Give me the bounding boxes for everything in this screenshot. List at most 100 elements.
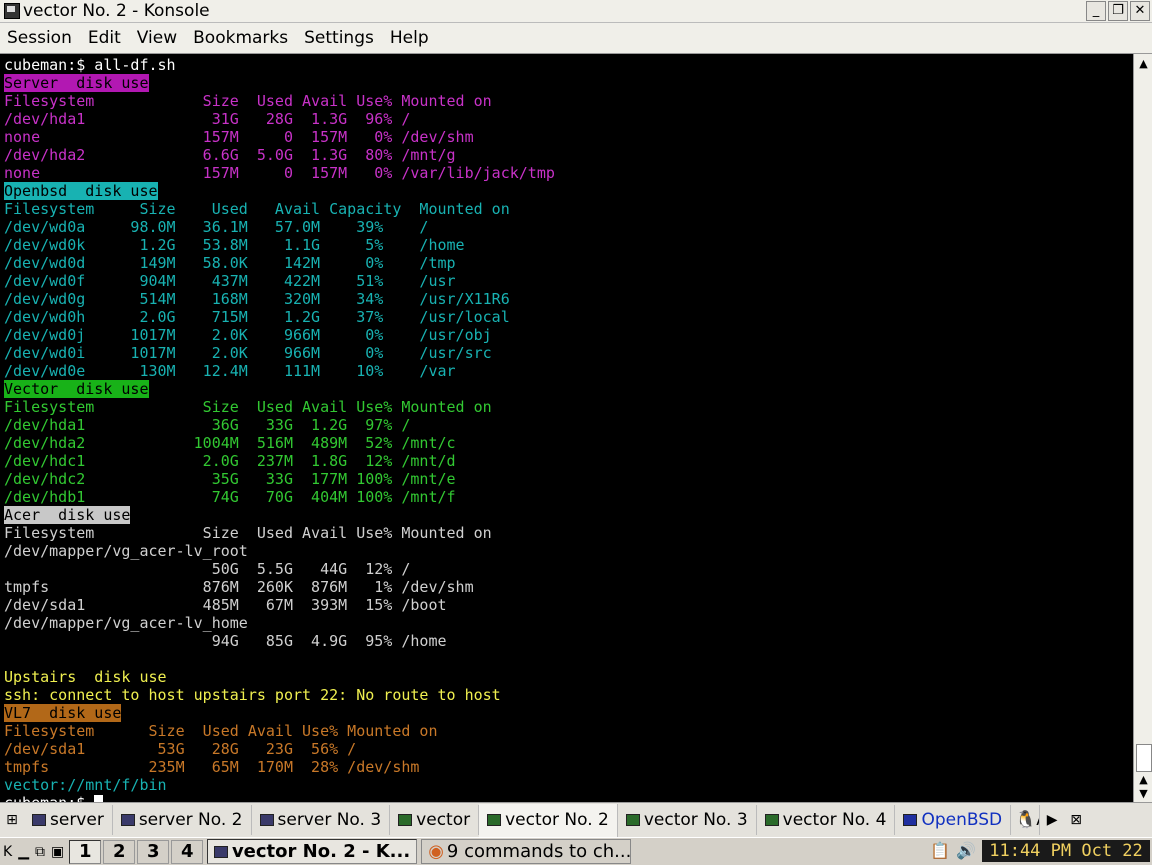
text-cursor [94,795,104,802]
tab-vector-no-3[interactable]: vector No. 3 [618,805,757,835]
vl7-header: VL7 disk use [4,704,122,722]
desktop-2[interactable]: 2 [103,839,136,864]
acer-row: /dev/sda1 485M 67M 393M 15% /boot [4,596,447,614]
tab-vector-no-4[interactable]: vector No. 4 [757,805,896,835]
konsole-icon [4,3,20,19]
acer-row: /dev/mapper/vg_acer-lv_home [4,614,248,632]
new-session-icon[interactable]: ⊞ [0,805,24,835]
vector-row: /dev/hdc1 2.0G 237M 1.8G 12% /mnt/d [4,452,456,470]
acer-header: Acer disk use [4,506,131,524]
vector-columns: Filesystem Size Used Avail Use% Mounted … [4,398,492,416]
konsole-icon [32,814,46,826]
konsole-icon [487,814,502,826]
vector-row: /dev/hdc2 35G 33G 177M 100% /mnt/e [4,470,456,488]
openbsd-header: Openbsd disk use [4,182,158,200]
vector-row: /dev/hda2 1004M 516M 489M 52% /mnt/c [4,434,456,452]
terminal-launcher-icon[interactable]: ▣ [51,844,64,860]
minimize-button[interactable]: _ [1086,1,1106,21]
tab-a[interactable]: 🐧A [1011,805,1041,835]
tab-server-no-2[interactable]: server No. 2 [113,805,252,835]
vector-row: /dev/hda1 36G 33G 1.2G 97% / [4,416,411,434]
close-session-icon[interactable]: ⊠ [1064,805,1088,835]
openbsd-row: /dev/wd0g 514M 168M 320M 34% /usr/X11R6 [4,290,510,308]
task-label: vector No. 2 - K... [231,841,411,862]
path-line: vector://mnt/f/bin [4,776,167,794]
tab-label: OpenBSD [921,810,1003,830]
menu-bookmarks[interactable]: Bookmarks [186,28,297,48]
kde-taskbar: K ▁ ⧉ ▣ 1 2 3 4 vector No. 2 - K... ◉ 9 c… [0,837,1152,865]
volume-icon[interactable]: 🔊 [956,841,976,860]
vl7-row: /dev/sda1 53G 28G 23G 56% / [4,740,357,758]
tab-label: server No. 3 [277,810,382,830]
tab-server-no-3[interactable]: server No. 3 [252,805,391,835]
vector-header: Vector disk use [4,380,149,398]
scroll-up-arrow-icon[interactable]: ▲ [1135,56,1152,72]
konsole-icon [903,814,918,826]
tab-label: vector No. 4 [782,810,887,830]
openbsd-row: /dev/wd0j 1017M 2.0K 966M 0% /usr/obj [4,326,492,344]
desktop-4[interactable]: 4 [171,839,204,864]
menu-bar: Session Edit View Bookmarks Settings Hel… [0,23,1152,54]
openbsd-row: /dev/wd0i 1017M 2.0K 966M 0% /usr/src [4,344,492,362]
konsole-icon [764,814,779,826]
menu-session[interactable]: Session [0,28,81,48]
tab-label: server No. 2 [138,810,243,830]
desktop-3[interactable]: 3 [137,839,170,864]
konsole-icon [120,814,135,826]
server-columns: Filesystem Size Used Avail Use% Mounted … [4,92,492,110]
final-prompt: cubeman:$ [4,794,94,802]
clock[interactable]: 11:44 PM Oct 22 [982,840,1150,862]
show-desktop-icon[interactable]: ▁ [18,844,29,860]
tab-openbsd[interactable]: OpenBSD [895,805,1012,835]
acer-row: tmpfs 876M 260K 876M 1% /dev/shm [4,578,474,596]
maximize-button[interactable]: ❐ [1108,1,1128,21]
tab-vector-no-2[interactable]: vector No. 2 [479,803,618,837]
task-vector-konsole[interactable]: vector No. 2 - K... [207,839,418,864]
menu-help[interactable]: Help [383,28,438,48]
scroll-tabs-right-icon[interactable]: ▶ [1040,805,1064,835]
openbsd-row: /dev/wd0h 2.0G 715M 1.2G 37% /usr/local [4,308,510,326]
desktop-1[interactable]: 1 [69,839,102,864]
openbsd-row: /dev/wd0d 149M 58.0K 142M 0% /tmp [4,254,456,272]
window-title: vector No. 2 - Konsole [23,1,210,21]
menu-settings[interactable]: Settings [297,28,383,48]
server-row: /dev/hda2 6.6G 5.0G 1.3G 80% /mnt/g [4,146,456,164]
openbsd-row: /dev/wd0e 130M 12.4M 111M 10% /var [4,362,456,380]
openbsd-row: /dev/wd0k 1.2G 53.8M 1.1G 5% /home [4,236,465,254]
menu-edit[interactable]: Edit [81,28,130,48]
window-list-icon[interactable]: ⧉ [35,844,45,860]
klipper-icon[interactable]: 📋 [930,841,950,860]
kde-menu-icon[interactable]: K [3,844,12,860]
vl7-columns: Filesystem Size Used Avail Use% Mounted … [4,722,438,740]
konsole-icon [625,814,640,826]
acer-row: 50G 5.5G 44G 12% / [4,560,411,578]
vertical-scrollbar[interactable]: ▲ ▲ ▼ [1133,54,1152,802]
tab-label: server [50,810,104,830]
tab-vector[interactable]: vector [390,805,480,835]
openbsd-row: /dev/wd0f 904M 437M 422M 51% /usr [4,272,456,290]
task-label: 9 commands to ch... [446,841,632,862]
server-row: none 157M 0 157M 0% /dev/shm [4,128,474,146]
konsole-icon [398,814,413,826]
command-line: cubeman:$ all-df.sh [4,56,176,74]
terminal-area[interactable]: cubeman:$ all-df.sh Server disk use File… [0,54,1133,802]
title-bar: vector No. 2 - Konsole _ ❐ ✕ [0,0,1152,23]
scrollbar-thumb[interactable] [1136,744,1152,772]
upstairs-header: Upstairs disk use [4,668,167,686]
vector-row: /dev/hdb1 74G 70G 404M 100% /mnt/f [4,488,456,506]
tab-server[interactable]: server [24,805,113,835]
acer-row: /dev/mapper/vg_acer-lv_root [4,542,248,560]
upstairs-error: ssh: connect to host upstairs port 22: N… [4,686,501,704]
task-browser[interactable]: ◉ 9 commands to ch... [421,839,632,864]
system-tray: 📋 🔊 [930,841,976,860]
tab-label: vector No. 2 [505,810,609,830]
menu-view[interactable]: View [130,28,186,48]
tab-label: vector No. 3 [643,810,748,830]
session-tab-bar: ⊞ server server No. 2 server No. 3 vecto… [0,802,1152,837]
openbsd-row: /dev/wd0a 98.0M 36.1M 57.0M 39% / [4,218,429,236]
server-row: /dev/hda1 31G 28G 1.3G 96% / [4,110,411,128]
acer-row: 94G 85G 4.9G 95% /home [4,632,447,650]
server-row: none 157M 0 157M 0% /var/lib/jack/tmp [4,164,555,182]
close-button[interactable]: ✕ [1130,1,1150,21]
scroll-down-arrow-icon[interactable]: ▼ [1135,786,1152,802]
